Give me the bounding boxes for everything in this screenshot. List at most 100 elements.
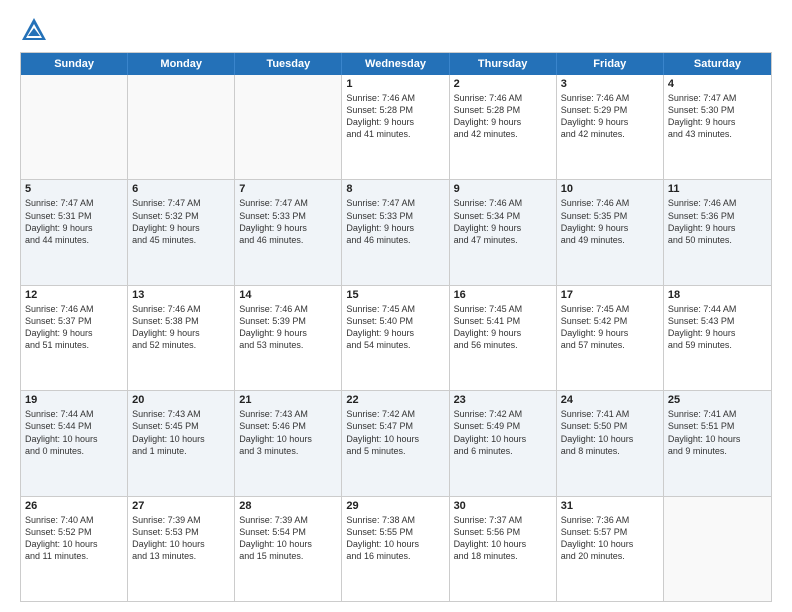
day-cell-26: 26 Sunrise: 7:40 AM Sunset: 5:52 PM Dayli… [21,497,128,601]
empty-cell-0-2 [235,75,342,179]
cell-info: Sunrise: 7:44 AM Sunset: 5:44 PM Dayligh… [25,408,123,457]
day-number: 14 [239,289,337,301]
cell-info: Sunrise: 7:40 AM Sunset: 5:52 PM Dayligh… [25,514,123,563]
day-number: 4 [668,78,767,90]
day-cell-3: 3 Sunrise: 7:46 AM Sunset: 5:29 PM Daylig… [557,75,664,179]
cell-info: Sunrise: 7:42 AM Sunset: 5:49 PM Dayligh… [454,408,552,457]
day-cell-22: 22 Sunrise: 7:42 AM Sunset: 5:47 PM Dayli… [342,391,449,495]
day-cell-11: 11 Sunrise: 7:46 AM Sunset: 5:36 PM Dayli… [664,180,771,284]
cell-info: Sunrise: 7:46 AM Sunset: 5:37 PM Dayligh… [25,303,123,352]
empty-cell-0-0 [21,75,128,179]
day-number: 20 [132,394,230,406]
day-number: 30 [454,500,552,512]
day-cell-30: 30Sunrise: 7:37 AM Sunset: 5:56 PM Dayli… [450,497,557,601]
day-number: 6 [132,183,230,195]
day-number: 29 [346,500,444,512]
day-cell-10: 10Sunrise: 7:46 AM Sunset: 5:35 PM Dayli… [557,180,664,284]
cell-info: Sunrise: 7:46 AM Sunset: 5:28 PM Dayligh… [346,92,444,141]
logo-icon [20,16,48,44]
day-cell-9: 9 Sunrise: 7:46 AM Sunset: 5:34 PM Daylig… [450,180,557,284]
day-number: 27 [132,500,230,512]
day-number: 12 [25,289,123,301]
cell-info: Sunrise: 7:45 AM Sunset: 5:40 PM Dayligh… [346,303,444,352]
cell-info: Sunrise: 7:42 AM Sunset: 5:47 PM Dayligh… [346,408,444,457]
cell-info: Sunrise: 7:39 AM Sunset: 5:54 PM Dayligh… [239,514,337,563]
day-cell-8: 8 Sunrise: 7:47 AM Sunset: 5:33 PM Daylig… [342,180,449,284]
cell-info: Sunrise: 7:46 AM Sunset: 5:36 PM Dayligh… [668,197,767,246]
day-number: 11 [668,183,767,195]
calendar-row-1: 5 Sunrise: 7:47 AM Sunset: 5:31 PM Daylig… [21,179,771,284]
weekday-header-tuesday: Tuesday [235,53,342,75]
day-cell-20: 20Sunrise: 7:43 AM Sunset: 5:45 PM Dayli… [128,391,235,495]
day-cell-6: 6 Sunrise: 7:47 AM Sunset: 5:32 PM Daylig… [128,180,235,284]
day-number: 25 [668,394,767,406]
day-number: 8 [346,183,444,195]
cell-info: Sunrise: 7:46 AM Sunset: 5:28 PM Dayligh… [454,92,552,141]
calendar-row-0: 1 Sunrise: 7:46 AM Sunset: 5:28 PM Daylig… [21,75,771,179]
day-number: 2 [454,78,552,90]
day-number: 21 [239,394,337,406]
day-number: 18 [668,289,767,301]
day-cell-19: 19 Sunrise: 7:44 AM Sunset: 5:44 PM Dayli… [21,391,128,495]
cell-info: Sunrise: 7:45 AM Sunset: 5:41 PM Dayligh… [454,303,552,352]
cell-info: Sunrise: 7:39 AM Sunset: 5:53 PM Dayligh… [132,514,230,563]
header [20,16,772,44]
day-number: 19 [25,394,123,406]
cell-info: Sunrise: 7:46 AM Sunset: 5:34 PM Dayligh… [454,197,552,246]
empty-cell-0-1 [128,75,235,179]
day-cell-12: 12 Sunrise: 7:46 AM Sunset: 5:37 PM Dayli… [21,286,128,390]
day-cell-28: 28 Sunrise: 7:39 AM Sunset: 5:54 PM Dayli… [235,497,342,601]
cell-info: Sunrise: 7:46 AM Sunset: 5:39 PM Dayligh… [239,303,337,352]
cell-info: Sunrise: 7:41 AM Sunset: 5:51 PM Dayligh… [668,408,767,457]
day-cell-14: 14 Sunrise: 7:46 AM Sunset: 5:39 PM Dayli… [235,286,342,390]
cell-info: Sunrise: 7:43 AM Sunset: 5:46 PM Dayligh… [239,408,337,457]
cell-info: Sunrise: 7:38 AM Sunset: 5:55 PM Dayligh… [346,514,444,563]
weekday-header-wednesday: Wednesday [342,53,449,75]
cell-info: Sunrise: 7:47 AM Sunset: 5:32 PM Dayligh… [132,197,230,246]
calendar-body: 1 Sunrise: 7:46 AM Sunset: 5:28 PM Daylig… [21,75,771,601]
day-cell-21: 21 Sunrise: 7:43 AM Sunset: 5:46 PM Dayli… [235,391,342,495]
day-cell-15: 15 Sunrise: 7:45 AM Sunset: 5:40 PM Dayli… [342,286,449,390]
day-number: 13 [132,289,230,301]
day-cell-4: 4 Sunrise: 7:47 AM Sunset: 5:30 PM Daylig… [664,75,771,179]
day-number: 26 [25,500,123,512]
cell-info: Sunrise: 7:46 AM Sunset: 5:29 PM Dayligh… [561,92,659,141]
cell-info: Sunrise: 7:41 AM Sunset: 5:50 PM Dayligh… [561,408,659,457]
cell-info: Sunrise: 7:47 AM Sunset: 5:31 PM Dayligh… [25,197,123,246]
day-cell-1: 1 Sunrise: 7:46 AM Sunset: 5:28 PM Daylig… [342,75,449,179]
weekday-header-thursday: Thursday [450,53,557,75]
cell-info: Sunrise: 7:47 AM Sunset: 5:33 PM Dayligh… [346,197,444,246]
cell-info: Sunrise: 7:46 AM Sunset: 5:35 PM Dayligh… [561,197,659,246]
day-number: 31 [561,500,659,512]
day-number: 5 [25,183,123,195]
weekday-header-friday: Friday [557,53,664,75]
day-cell-7: 7 Sunrise: 7:47 AM Sunset: 5:33 PM Daylig… [235,180,342,284]
empty-cell-4-6 [664,497,771,601]
day-number: 22 [346,394,444,406]
day-cell-31: 31Sunrise: 7:36 AM Sunset: 5:57 PM Dayli… [557,497,664,601]
day-cell-18: 18 Sunrise: 7:44 AM Sunset: 5:43 PM Dayli… [664,286,771,390]
day-number: 7 [239,183,337,195]
day-number: 1 [346,78,444,90]
calendar-row-4: 26 Sunrise: 7:40 AM Sunset: 5:52 PM Dayli… [21,496,771,601]
day-number: 3 [561,78,659,90]
logo [20,16,52,44]
day-number: 9 [454,183,552,195]
day-cell-13: 13 Sunrise: 7:46 AM Sunset: 5:38 PM Dayli… [128,286,235,390]
day-number: 16 [454,289,552,301]
day-cell-5: 5 Sunrise: 7:47 AM Sunset: 5:31 PM Daylig… [21,180,128,284]
cell-info: Sunrise: 7:47 AM Sunset: 5:30 PM Dayligh… [668,92,767,141]
day-cell-27: 27 Sunrise: 7:39 AM Sunset: 5:53 PM Dayli… [128,497,235,601]
day-cell-29: 29 Sunrise: 7:38 AM Sunset: 5:55 PM Dayli… [342,497,449,601]
cell-info: Sunrise: 7:44 AM Sunset: 5:43 PM Dayligh… [668,303,767,352]
page: SundayMondayTuesdayWednesdayThursdayFrid… [0,0,792,612]
day-number: 24 [561,394,659,406]
day-cell-17: 17Sunrise: 7:45 AM Sunset: 5:42 PM Dayli… [557,286,664,390]
day-number: 15 [346,289,444,301]
calendar-row-3: 19 Sunrise: 7:44 AM Sunset: 5:44 PM Dayli… [21,390,771,495]
cell-info: Sunrise: 7:46 AM Sunset: 5:38 PM Dayligh… [132,303,230,352]
calendar-header: SundayMondayTuesdayWednesdayThursdayFrid… [21,53,771,75]
cell-info: Sunrise: 7:47 AM Sunset: 5:33 PM Dayligh… [239,197,337,246]
day-number: 28 [239,500,337,512]
cell-info: Sunrise: 7:45 AM Sunset: 5:42 PM Dayligh… [561,303,659,352]
